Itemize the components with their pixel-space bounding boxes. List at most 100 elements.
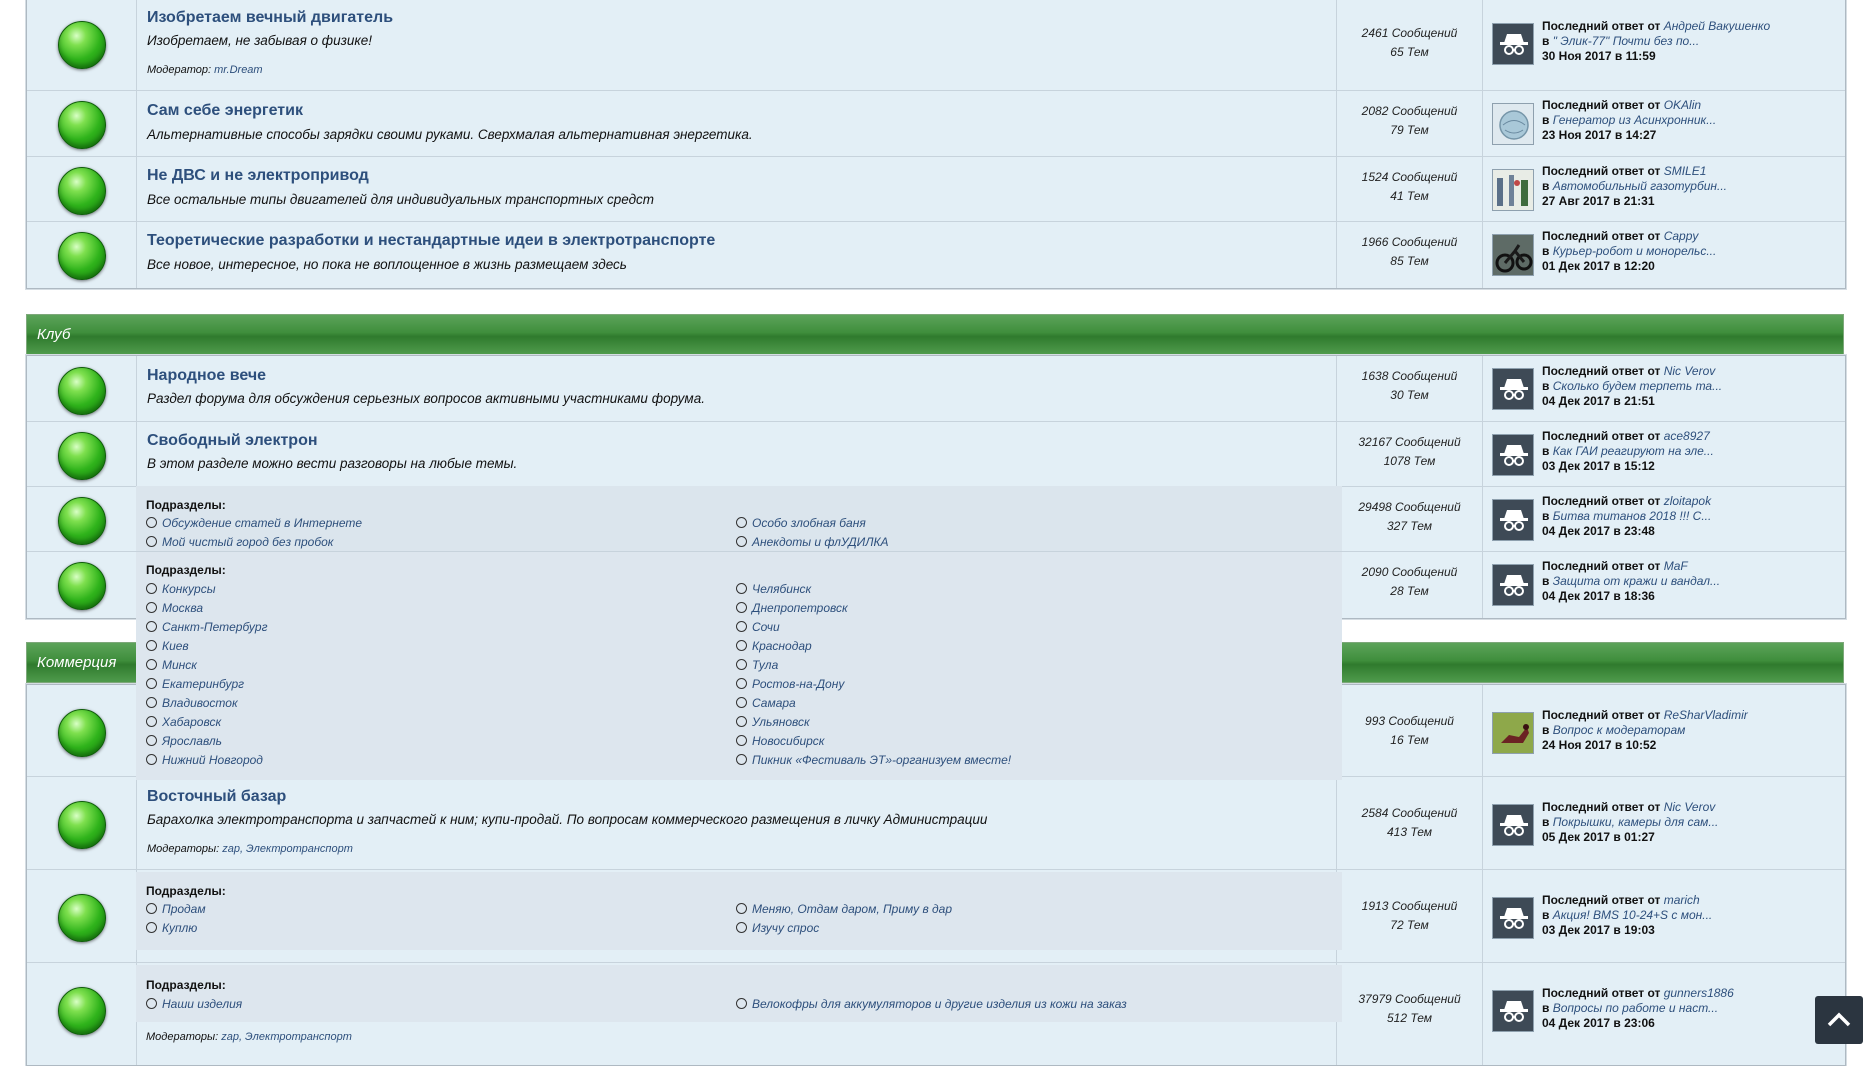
last-post-topic[interactable]: Акция! BMS 10-24+S с мон... — [1553, 908, 1713, 922]
subforum-link[interactable]: Самара — [736, 696, 796, 710]
subforum-link[interactable]: Велокофры для аккумуляторов и другие изд… — [736, 997, 1127, 1011]
last-post-date: 03 Дек 2017 в 15:12 — [1542, 459, 1655, 473]
subforum-link[interactable]: Хабаровск — [146, 715, 221, 729]
forum-status-cell — [27, 422, 137, 486]
forum-title[interactable]: Народное вече — [147, 367, 266, 385]
moderator-link[interactable]: zap, Электротранспорт — [222, 843, 353, 855]
last-post-author[interactable]: Nic Verov — [1664, 800, 1716, 814]
subforum-link[interactable]: Днепропетровск — [736, 601, 848, 615]
forum-title[interactable]: Свободный электрон — [147, 432, 318, 450]
subforum-link[interactable]: Обсуждение статей в Интернете — [146, 516, 362, 530]
forum-title[interactable]: Не ДВС и не электропривод — [147, 167, 369, 185]
user-avatar[interactable] — [1492, 169, 1534, 211]
subforum-link[interactable]: Нижний Новгород — [146, 753, 263, 767]
subforums-panel: Подразделы: Наши изделия Велокофры для а… — [136, 965, 1342, 1022]
user-avatar[interactable] — [1492, 368, 1534, 410]
user-avatar[interactable] — [1492, 23, 1534, 65]
subforum-link[interactable]: Владивосток — [146, 696, 238, 710]
last-post-topic[interactable]: Покрышки, камеры для сам... — [1553, 815, 1719, 829]
last-post-topic[interactable]: Вопросы по работе и наст... — [1553, 1001, 1718, 1015]
subforum-link[interactable]: Москва — [146, 601, 203, 615]
last-post-topic[interactable]: Вопрос к модераторам — [1553, 723, 1686, 737]
forum-title[interactable]: Изобретаем вечный двигатель — [147, 9, 393, 27]
last-post-label: Последний ответ — [1542, 19, 1645, 33]
subforum-link[interactable]: Куплю — [146, 921, 197, 935]
subforum-bullet-icon — [146, 640, 157, 651]
last-post-author[interactable]: gunners1886 — [1664, 986, 1734, 1000]
forum-status-icon — [58, 801, 106, 849]
subforum-link[interactable]: Меняю, Отдам даром, Приму в дар — [736, 902, 952, 916]
subforum-link[interactable]: Ярославль — [146, 734, 222, 748]
subforum-link[interactable]: Минск — [146, 658, 197, 672]
last-post-topic-line: в Покрышки, камеры для сам... — [1542, 815, 1719, 829]
last-post: Последний ответ от Cappy в Курьер-робот … — [1482, 222, 1845, 288]
forum-stats: 2090 Сообщений 28 Тем — [1336, 552, 1483, 618]
subforums-label: Подразделы: — [146, 978, 226, 992]
last-post-topic[interactable]: Автомобильный газотурбин... — [1553, 179, 1727, 193]
user-avatar[interactable] — [1492, 804, 1534, 846]
moderator-link[interactable]: zap, Электротранспорт — [221, 1031, 352, 1043]
subforum-link[interactable]: Краснодар — [736, 639, 812, 653]
user-avatar[interactable] — [1492, 990, 1534, 1032]
subforum-bullet-icon — [736, 903, 747, 914]
last-post-topic[interactable]: Сколько будем терпеть та... — [1553, 379, 1722, 393]
last-post-topic-line: в Генератор из Асинхронник... — [1542, 113, 1717, 127]
last-post-author[interactable]: ace8927 — [1664, 429, 1710, 443]
subforum-link[interactable]: Санкт-Петербург — [146, 620, 268, 634]
user-avatar[interactable] — [1492, 103, 1534, 145]
category-header-club[interactable]: Клуб — [26, 314, 1844, 355]
subforum-link[interactable]: Челябинск — [736, 582, 811, 596]
user-avatar[interactable] — [1492, 897, 1534, 939]
last-post-topic[interactable]: Защита от кражи и вандал... — [1553, 574, 1720, 588]
subforum-link[interactable]: Киев — [146, 639, 189, 653]
last-post-topic[interactable]: Как ГАИ реагируют на эле... — [1553, 444, 1714, 458]
user-avatar[interactable] — [1492, 434, 1534, 476]
forum-title[interactable]: Теоретические разработки и нестандартные… — [147, 232, 715, 250]
subforums-panel: Подразделы: Продам Куплю Меняю, Отдам да… — [136, 872, 1342, 950]
subforum-link[interactable]: Пикник «Фестиваль ЭТ»-организуем вместе! — [736, 753, 1011, 767]
subforum-link[interactable]: Особо злобная баня — [736, 516, 866, 530]
topics-count: 413 Тем — [1386, 825, 1433, 839]
last-post-author[interactable]: Cappy — [1664, 229, 1699, 243]
forum-stats: 32167 Сообщений 1078 Тем — [1336, 422, 1483, 486]
forum-status-icon — [58, 232, 106, 280]
subforum-link[interactable]: Анекдоты и флУДИЛКА — [736, 535, 889, 549]
subforum-link[interactable]: Конкурсы — [146, 582, 216, 596]
last-post-topic-line: в Сколько будем терпеть та... — [1542, 379, 1723, 393]
subforum-link[interactable]: Изучу спрос — [736, 921, 819, 935]
last-post-topic[interactable]: Генератор из Асинхронник... — [1553, 113, 1716, 127]
subforum-link[interactable]: Тула — [736, 658, 778, 672]
last-post-author[interactable]: SMILE1 — [1664, 164, 1707, 178]
last-post-author[interactable]: Андрей Вакушенко — [1664, 19, 1771, 33]
subforum-bullet-icon — [146, 998, 157, 1009]
last-post-topic[interactable]: Курьер-робот и монорельс... — [1553, 244, 1717, 258]
user-avatar[interactable] — [1492, 499, 1534, 541]
last-post-author[interactable]: marich — [1664, 893, 1700, 907]
last-post-author[interactable]: zloitapok — [1664, 494, 1711, 508]
subforum-link[interactable]: Ульяновск — [736, 715, 810, 729]
posts-count: 1524 Сообщений — [1361, 170, 1458, 184]
last-post-author[interactable]: OKAlin — [1664, 98, 1701, 112]
chevron-up-icon — [1827, 1012, 1851, 1027]
subforums-label: Подразделы: — [146, 884, 226, 898]
subforum-link[interactable]: Екатеринбург — [146, 677, 244, 691]
user-avatar[interactable] — [1492, 712, 1534, 754]
subforum-link[interactable]: Сочи — [736, 620, 780, 634]
last-post-author[interactable]: Nic Verov — [1664, 364, 1716, 378]
moderator-link[interactable]: mr.Dream — [214, 64, 262, 76]
subforum-link[interactable]: Ростов-на-Дону — [736, 677, 844, 691]
forum-title[interactable]: Восточный базар — [147, 788, 286, 806]
subforum-link[interactable]: Наши изделия — [146, 997, 242, 1011]
last-post-topic[interactable]: " Элик-77" Почти без по... — [1553, 34, 1700, 48]
subforum-link[interactable]: Мой чистый город без пробок — [146, 535, 333, 549]
last-post: Последний ответ от zloitapok в Битва тит… — [1482, 487, 1845, 551]
last-post-author[interactable]: MaF — [1664, 559, 1688, 573]
user-avatar[interactable] — [1492, 564, 1534, 606]
subforum-link[interactable]: Продам — [146, 902, 206, 916]
back-to-top-button[interactable] — [1815, 996, 1863, 1044]
forum-title[interactable]: Сам себе энергетик — [147, 102, 303, 120]
subforum-link[interactable]: Новосибирск — [736, 734, 824, 748]
last-post-topic[interactable]: Битва титанов 2018 !!! С... — [1553, 509, 1712, 523]
last-post-author[interactable]: ReSharVladimir — [1664, 708, 1748, 722]
user-avatar[interactable] — [1492, 234, 1534, 276]
